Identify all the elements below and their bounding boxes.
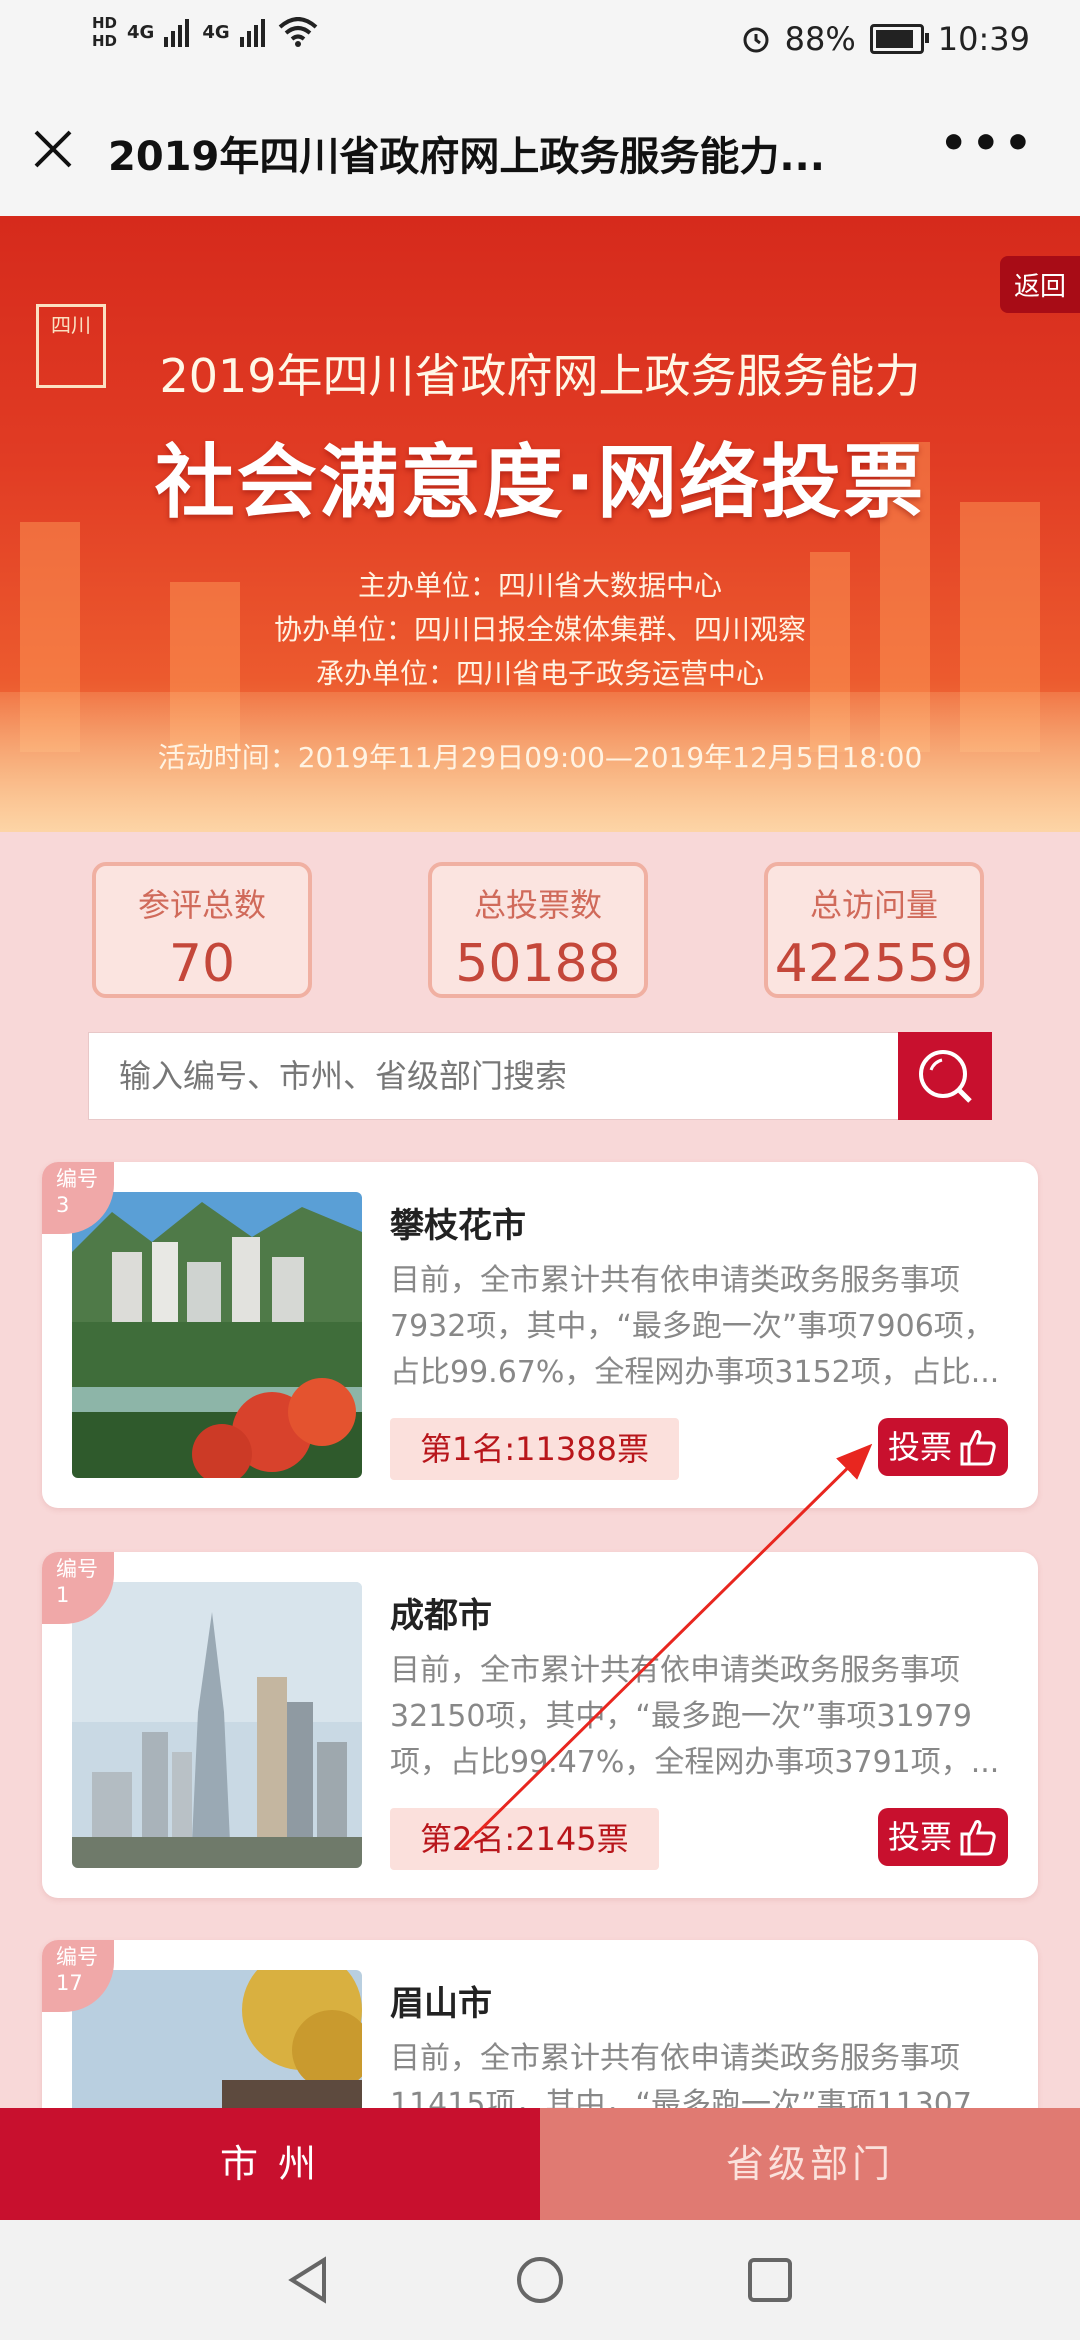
card-title: 攀枝花市 — [390, 1206, 526, 1246]
banner-undertaker: 承办单位：四川省电子政务运营中心 — [315, 657, 764, 690]
city-card[interactable]: 编号 1 成都市 目前，全市累计共有依申请类政务服务事项32150项，其中，“最多… — [42, 1552, 1038, 1898]
banner-organizer: 主办单位：四川省大数据中心 — [357, 569, 722, 602]
alarm-icon — [743, 27, 769, 53]
battery-icon — [869, 24, 929, 54]
vote-button[interactable]: 投票 — [878, 1808, 1008, 1866]
back-button[interactable]: 返回 — [999, 256, 1080, 313]
card-title: 眉山市 — [390, 1984, 492, 2024]
card-description: 目前，全市累计共有依申请类政务服务事项7932项，其中，“最多跑一次”事项790… — [390, 1263, 1000, 1390]
status-bar: HD HD 4G 4G 88% 10:39 — [0, 0, 1080, 84]
close-icon[interactable] — [28, 124, 78, 174]
banner-co-organizer: 协办单位：四川日报全媒体集群、四川观察 — [273, 613, 806, 646]
title-bar: 2019年四川省政府网上政务服务能力... ••• — [0, 84, 1080, 217]
rank-votes: 第2名:2145票 — [390, 1808, 659, 1870]
more-icon[interactable]: ••• — [940, 118, 1036, 169]
clock: 10:39 — [937, 20, 1030, 58]
banner-activity-time: 活动时间：2019年11月29日09:00—2019年12月5日18:00 — [157, 741, 923, 774]
hero-banner: 返回 四川 2019年四川省政府网上政务服务能力 社会满意度·网络投票 主办单位… — [0, 216, 1080, 832]
city-photo — [72, 1582, 362, 1868]
thumbs-up-icon — [960, 1820, 996, 1856]
banner-title: 社会满意度·网络投票 — [154, 436, 926, 529]
status-left: HD HD 4G 4G — [92, 14, 318, 50]
search-icon — [919, 1050, 972, 1103]
rank-votes: 第1名:11388票 — [390, 1418, 679, 1480]
signal-label-1: 4G — [127, 21, 155, 43]
city-photo — [72, 1192, 362, 1478]
battery-fill — [875, 30, 913, 48]
banner-subtitle: 2019年四川省政府网上政务服务能力 — [159, 349, 921, 403]
vote-button[interactable]: 投票 — [878, 1418, 1008, 1476]
search-button[interactable] — [898, 1032, 992, 1120]
tab-provincial-departments[interactable]: 省级部门 — [540, 2108, 1080, 2220]
tab-city[interactable]: 市 州 — [0, 2108, 540, 2220]
thumbs-up-icon — [960, 1430, 996, 1466]
bottom-tabs: 市 州 省级部门 — [0, 2108, 1080, 2220]
back-nav-icon[interactable] — [286, 2256, 330, 2304]
search-bar — [88, 1032, 992, 1120]
wifi-icon — [278, 17, 317, 47]
signal-icon — [164, 19, 190, 47]
stat-total-votes: 总投票数 50188 — [428, 862, 648, 998]
system-nav-bar — [0, 2220, 1080, 2340]
card-title: 成都市 — [390, 1596, 492, 1636]
home-nav-icon[interactable] — [514, 2256, 566, 2304]
page-title: 2019年四川省政府网上政务服务能力... — [108, 134, 825, 180]
recents-nav-icon[interactable] — [746, 2256, 794, 2304]
card-description: 目前，全市累计共有依申请类政务服务事项32150项，其中，“最多跑一次”事项31… — [390, 1653, 1000, 1780]
search-input[interactable] — [89, 1033, 899, 1119]
battery-percent: 88% — [784, 20, 856, 58]
city-card[interactable]: 编号 3 攀枝花市 目前，全市累计共有依申请类政务服务事项7932项，其中，“最多… — [42, 1162, 1038, 1508]
stat-total-visits: 总访问量 422559 — [764, 862, 984, 998]
stat-participants: 参评总数 70 — [92, 862, 312, 998]
signal-label-2: 4G — [202, 21, 230, 43]
signal-icon — [239, 19, 265, 47]
hd-indicator: HD HD — [92, 14, 118, 50]
status-right: 88% 10:39 — [741, 20, 1030, 58]
